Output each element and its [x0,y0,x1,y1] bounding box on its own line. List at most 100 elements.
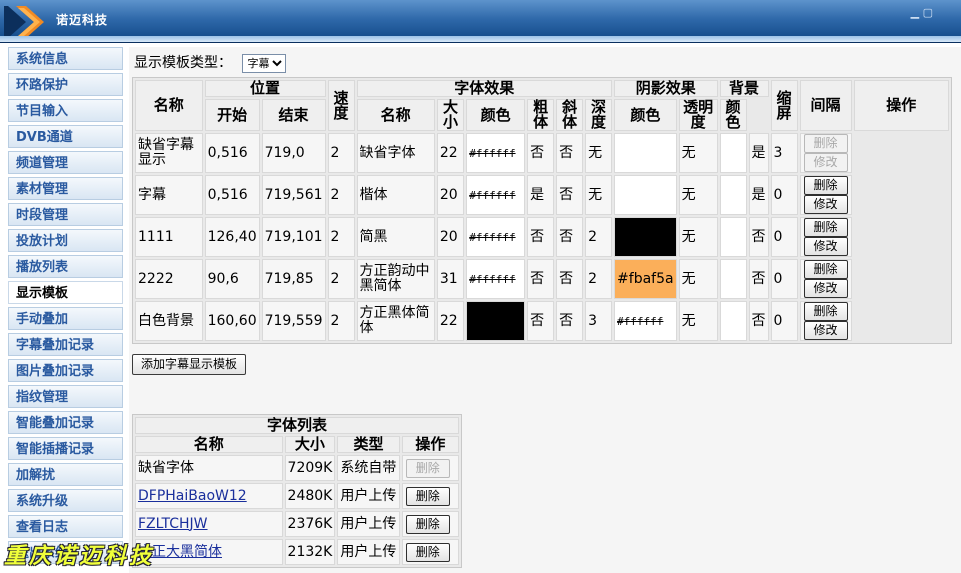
font-cell-name[interactable]: 方正大黑简体 [135,539,283,565]
font-delete-button[interactable]: 删除 [405,514,450,534]
cell-font: 楷体 [356,175,435,215]
sidebar-item[interactable]: 加解扰 [8,463,123,486]
col-shadow-color: 颜色 [614,99,677,131]
sidebar-item[interactable]: DVB通道 [8,125,123,148]
sidebar-item[interactable]: 节目输入 [8,99,123,122]
sidebar-item[interactable]: 智能插播记录 [8,437,123,460]
col-bg-color: 颜色 [719,99,747,131]
sidebar-item[interactable]: 指纹管理 [8,385,123,408]
edit-button[interactable]: 修改 [803,237,848,256]
cell-color: #ffffff [466,175,526,215]
sidebar-item[interactable]: 查看日志 [8,515,123,538]
cell-interval: 0 [770,217,798,257]
template-row: 缺省字幕显示 0,516 719,0 2 缺省字体 22 #ffffff 否否无无是 3 删除修改 [135,133,949,173]
col-background: 背景 [719,80,769,97]
sidebar-item[interactable]: 智能叠加记录 [8,411,123,434]
cell-start: 126,40 [204,217,260,257]
sidebar-menu: 系统信息环路保护节目输入 DVB通道频道管理素材管理时段管理投放计划播放列表显示模… [8,47,123,573]
cell-end: 719,559 [261,301,326,341]
font-cell-action: 删除 [401,483,459,509]
cell-scale: 否 [748,217,769,257]
delete-button[interactable]: 删除 [803,176,848,195]
font-delete-button[interactable]: 删除 [405,542,450,562]
cell-font: 简黑 [356,217,435,257]
cell-color: #ffffff [466,259,526,299]
col-depth: 深度 [585,99,613,131]
font-cell-size: 2132K [284,539,336,565]
cell-name: 白色背景 [135,301,203,341]
delete-button[interactable]: 删除 [803,218,848,237]
font-cell-name[interactable]: DFPHaiBaoW12 [135,483,283,509]
font-cell-name: 缺省字体 [135,455,283,481]
col-size: 大小 [436,99,465,131]
cell-start: 90,6 [204,259,260,299]
edit-button[interactable]: 修改 [803,195,848,214]
col-interval: 间隔 [799,80,852,131]
sidebar-item[interactable]: 时段管理 [8,203,123,226]
font-col-size: 大小 [284,436,336,453]
cell-start: 160,60 [204,301,260,341]
sidebar-item[interactable]: 投放计划 [8,229,123,252]
edit-button[interactable]: 修改 [803,153,848,172]
template-row: 白色背景 160,60 719,559 2 方正黑体简体 22 否否 3 #ffffff 无否 0 删… [135,301,949,341]
font-name-link[interactable]: FZLTCHJW [138,516,208,532]
col-italic: 斜体 [556,99,584,131]
delete-button[interactable]: 删除 [803,260,848,279]
template-row: 2222 90,6 719,85 2 方正韵动中黑简体 31 #ffffff 否否 2 #fbaf… [135,259,949,299]
cell-font: 方正黑体简体 [356,301,435,341]
sidebar-item[interactable]: 频道管理 [8,151,123,174]
sidebar-item[interactable]: 显示模板 [8,281,123,304]
sidebar-item[interactable]: 素材管理 [8,177,123,200]
sidebar-item[interactable]: 图片叠加记录 [8,359,123,382]
cell-bg-color [719,301,747,341]
cell-italic: 否 [556,217,584,257]
font-cell-type: 用户上传 [337,511,400,537]
font-delete-button[interactable]: 删除 [405,486,450,506]
cell-shadow-color [614,133,677,173]
delete-button[interactable]: 删除 [803,134,848,153]
cell-bg-color [719,133,747,173]
window-controls-icon[interactable]: ▁ ▢ [911,6,933,19]
cell-depth: 无 [585,133,613,173]
cell-start: 0,516 [204,133,260,173]
sidebar-item[interactable]: 环路保护 [8,73,123,96]
cell-transparency: 无 [678,133,718,173]
cell-interval: 0 [770,175,798,215]
cell-color: #ffffff [466,217,526,257]
cell-bold: 否 [527,133,555,173]
cell-shadow-color: #ffffff [614,301,677,341]
sidebar-item[interactable]: 系统升级 [8,489,123,512]
sidebar-item[interactable]: 字幕叠加记录 [8,333,123,356]
cell-start: 0,516 [204,175,260,215]
font-cell-name[interactable]: FZLTCHJW [135,511,283,537]
delete-button[interactable]: 删除 [803,302,848,321]
cell-bold: 是 [527,175,555,215]
cell-end: 719,0 [261,133,326,173]
cell-italic: 否 [556,133,584,173]
edit-button[interactable]: 修改 [803,321,848,340]
cell-bg-color [719,217,747,257]
font-delete-button[interactable]: 删除 [405,458,450,478]
cell-interval: 0 [770,259,798,299]
col-start: 开始 [204,99,260,131]
add-subtitle-template-button[interactable]: 添加字幕显示模板 [132,354,247,375]
cell-bold: 否 [527,217,555,257]
cell-size: 22 [436,133,465,173]
sidebar-item[interactable]: 播放列表 [8,255,123,278]
font-cell-type: 用户上传 [337,539,400,565]
cell-name: 2222 [135,259,203,299]
sidebar-item[interactable]: 手动叠加 [8,307,123,330]
cell-shadow-color: #fbaf5a [614,259,677,299]
font-name-link[interactable]: DFPHaiBaoW12 [138,488,247,504]
cell-transparency: 无 [678,259,718,299]
logo-chevron-icon [4,6,44,38]
font-color-value: #ffffff [469,272,516,286]
sidebar-item[interactable]: 系统信息 [8,47,123,70]
cell-italic: 否 [556,259,584,299]
col-font-effect: 字体效果 [356,80,613,97]
edit-button[interactable]: 修改 [803,279,848,298]
template-type-select[interactable]: 字幕 [242,54,287,73]
template-row: 1111 126,40 719,101 2 简黑 20 #ffffff 否否 2 无否 0 删除修改 [135,217,949,257]
cell-actions: 删除修改 [799,259,852,299]
font-cell-type: 系统自带 [337,455,400,481]
